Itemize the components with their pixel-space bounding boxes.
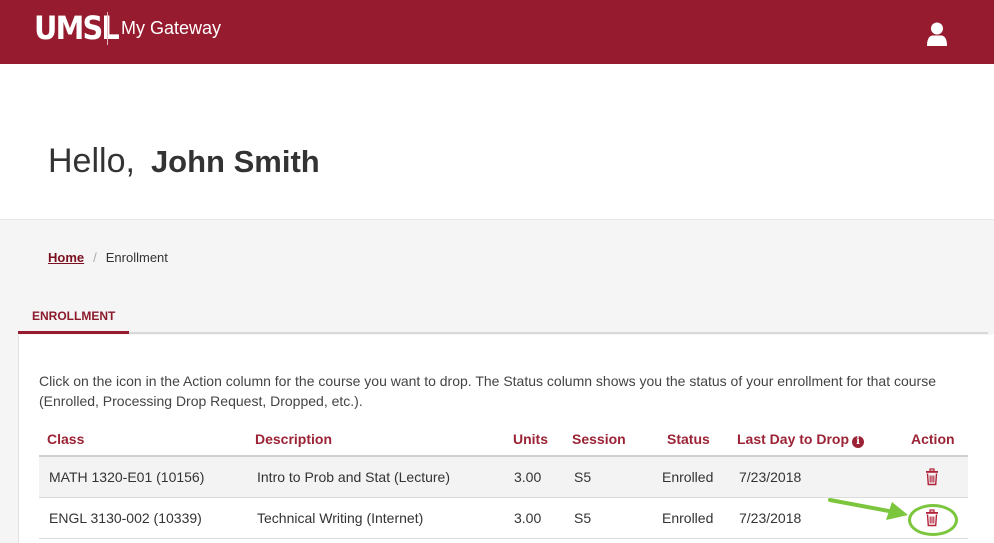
cell-class: MATH 1320-E01 (10156) xyxy=(49,469,205,485)
user-name: John Smith xyxy=(150,144,320,179)
cell-description: Intro to Prob and Stat (Lecture) xyxy=(257,469,450,485)
app-title[interactable]: My Gateway xyxy=(121,18,221,39)
greeting: Hello, John Smith xyxy=(48,142,320,181)
cell-last-day: 7/23/2018 xyxy=(739,469,802,485)
table-header: Class Description Units Session Status L… xyxy=(39,425,968,457)
top-navbar: UMSL My Gateway xyxy=(0,0,994,64)
column-header-status: Status xyxy=(667,431,710,447)
breadcrumb-separator: / xyxy=(93,250,97,265)
cell-units: 3.00 xyxy=(514,510,542,526)
cell-session: S5 xyxy=(574,510,592,526)
info-circle-icon[interactable]: i xyxy=(852,436,865,448)
umsl-logo[interactable]: UMSL xyxy=(34,9,120,47)
column-header-last-day-to-drop: Last Day to Drop i xyxy=(737,431,865,448)
logo-divider xyxy=(107,12,108,45)
breadcrumb-current: Enrollment xyxy=(105,250,168,265)
greeting-hello: Hello, xyxy=(48,142,135,180)
cell-class: ENGL 3130-002 (10339) xyxy=(49,510,202,526)
column-header-action: Action xyxy=(911,431,955,447)
last-day-label: Last Day to Drop xyxy=(737,431,850,447)
cell-status: Enrolled xyxy=(662,510,714,526)
column-header-units: Units xyxy=(513,431,548,447)
cell-units: 3.00 xyxy=(514,469,542,485)
column-header-class: Class xyxy=(47,431,85,447)
table-row: MATH 1320-E01 (10156) Intro to Prob and … xyxy=(39,457,968,498)
annotation-arrow-icon xyxy=(828,498,908,520)
greeting-banner: Hello, John Smith xyxy=(0,64,994,220)
annotation-highlight-ring xyxy=(908,504,958,536)
tab-bar: ENROLLMENT xyxy=(18,298,988,334)
user-icon[interactable] xyxy=(926,22,948,46)
column-header-session: Session xyxy=(572,431,626,447)
trash-icon[interactable] xyxy=(924,468,940,486)
cell-status: Enrolled xyxy=(662,469,714,485)
instructions-text: Click on the icon in the Action column f… xyxy=(39,373,936,409)
column-header-description: Description xyxy=(255,431,333,447)
breadcrumb: Home / Enrollment xyxy=(48,250,168,265)
cell-session: S5 xyxy=(574,469,592,485)
cell-last-day: 7/23/2018 xyxy=(739,510,802,526)
tab-enrollment[interactable]: ENROLLMENT xyxy=(18,298,129,334)
breadcrumb-home-link[interactable]: Home xyxy=(48,250,84,265)
cell-description: Technical Writing (Internet) xyxy=(257,510,424,526)
